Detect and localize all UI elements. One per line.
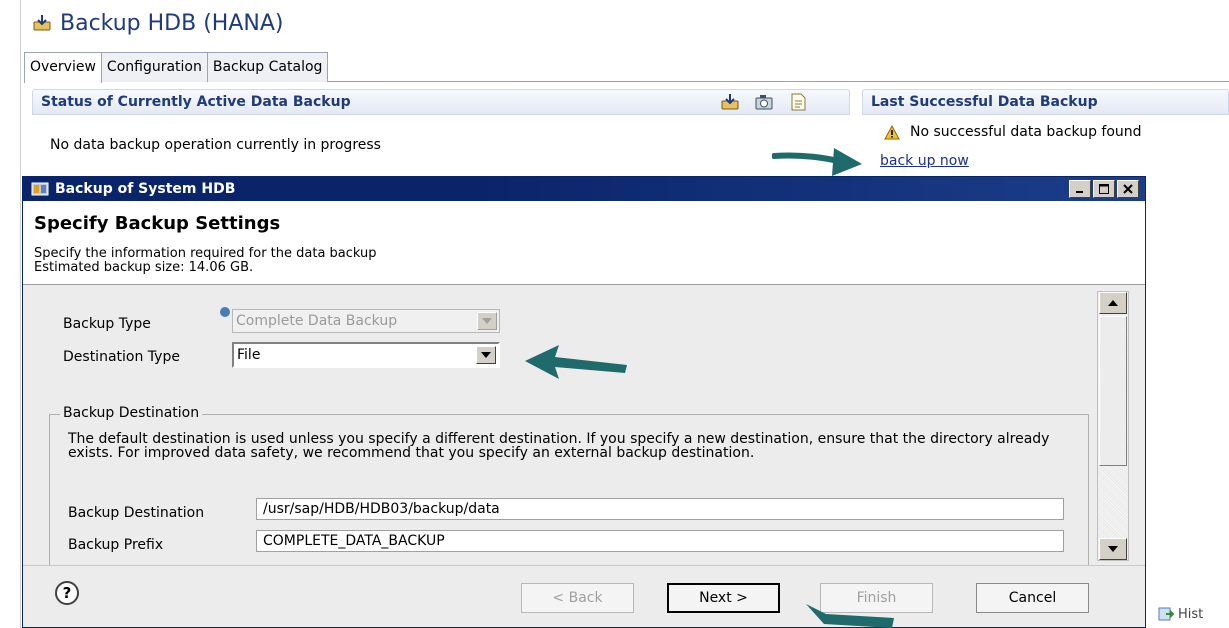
editor-title: Backup HDB (HANA) — [32, 6, 283, 40]
annotation-arrow-next — [806, 604, 894, 628]
help-button[interactable]: ? — [55, 581, 79, 605]
group-title: Backup Destination — [60, 405, 203, 421]
last-backup-section-title: Last Successful Data Backup — [862, 89, 1229, 115]
group-description: The default destination is used unless y… — [68, 431, 1050, 461]
tab-overview[interactable]: Overview — [24, 52, 102, 83]
backup-type-select: Complete Data Backup — [232, 309, 500, 333]
last-backup-message: No successful data backup found — [884, 124, 1142, 140]
status-toolbar — [720, 92, 808, 112]
history-icon — [1158, 607, 1174, 621]
window-controls — [1069, 180, 1139, 198]
dialog-titlebar[interactable]: Backup of System HDB — [23, 177, 1145, 201]
status-message: No data backup operation currently in pr… — [50, 137, 381, 153]
annotation-arrow-link — [772, 148, 862, 176]
maximize-icon — [1099, 184, 1109, 194]
destination-type-label: Destination Type — [63, 349, 180, 365]
minimize-button[interactable] — [1069, 180, 1091, 198]
info-icon — [220, 307, 230, 317]
scroll-up-button[interactable] — [1099, 292, 1127, 314]
maximize-button[interactable] — [1093, 180, 1115, 198]
destination-type-value: File — [237, 347, 261, 363]
backup-dialog: Backup of System HDB Specify Backup Sett… — [22, 176, 1146, 628]
database-icon — [31, 182, 49, 196]
dialog-heading: Specify Backup Settings — [34, 213, 281, 234]
chevron-down-icon[interactable] — [476, 346, 496, 364]
close-icon — [1123, 184, 1133, 194]
destination-type-select[interactable]: File — [232, 342, 500, 368]
chevron-up-icon — [1108, 300, 1118, 306]
camera-icon[interactable] — [754, 92, 774, 112]
tab-backup-catalog[interactable]: Backup Catalog — [206, 52, 329, 82]
tab-configuration[interactable]: Configuration — [100, 52, 208, 82]
scroll-down-button[interactable] — [1099, 538, 1127, 560]
cancel-button[interactable]: Cancel — [976, 583, 1089, 613]
dialog-header: Specify Backup Settings Specify the info… — [23, 201, 1145, 285]
last-backup-text: No successful data backup found — [910, 124, 1142, 140]
vertical-scrollbar[interactable] — [1097, 291, 1129, 561]
chevron-down-icon — [1108, 546, 1118, 552]
backup-destination-input[interactable]: /usr/sap/HDB/HDB03/backup/data — [256, 498, 1064, 520]
dialog-description: Specify the information required for the… — [34, 247, 377, 275]
backup-icon — [33, 15, 51, 31]
back-up-now-link[interactable]: back up now — [880, 153, 969, 169]
minimize-icon — [1076, 191, 1083, 193]
scroll-thumb[interactable] — [1099, 316, 1127, 466]
history-button[interactable]: Hist — [1158, 606, 1203, 622]
description-line: Specify the information required for the… — [34, 246, 377, 261]
next-button[interactable]: Next > — [667, 583, 780, 613]
dialog-body: Backup Type Complete Data Backup Destina… — [23, 285, 1145, 574]
page-title: Backup HDB (HANA) — [60, 10, 284, 36]
chevron-down-icon — [477, 312, 497, 330]
document-icon[interactable] — [788, 92, 808, 112]
start-backup-icon[interactable] — [720, 92, 740, 112]
estimated-size: Estimated backup size: 14.06 GB. — [34, 260, 254, 275]
backup-prefix-label: Backup Prefix — [68, 537, 164, 553]
editor-tabs: Overview Configuration Backup Catalog — [24, 52, 1229, 83]
back-button[interactable]: < Back — [521, 583, 634, 613]
backup-type-value: Complete Data Backup — [236, 313, 398, 329]
backup-destination-label: Backup Destination — [68, 505, 205, 521]
backup-type-label: Backup Type — [63, 316, 151, 332]
history-label: Hist — [1178, 606, 1204, 622]
warning-icon — [884, 124, 900, 139]
annotation-arrow-destination — [525, 345, 627, 379]
close-button[interactable] — [1117, 180, 1139, 198]
backup-prefix-input[interactable]: COMPLETE_DATA_BACKUP — [256, 530, 1064, 552]
